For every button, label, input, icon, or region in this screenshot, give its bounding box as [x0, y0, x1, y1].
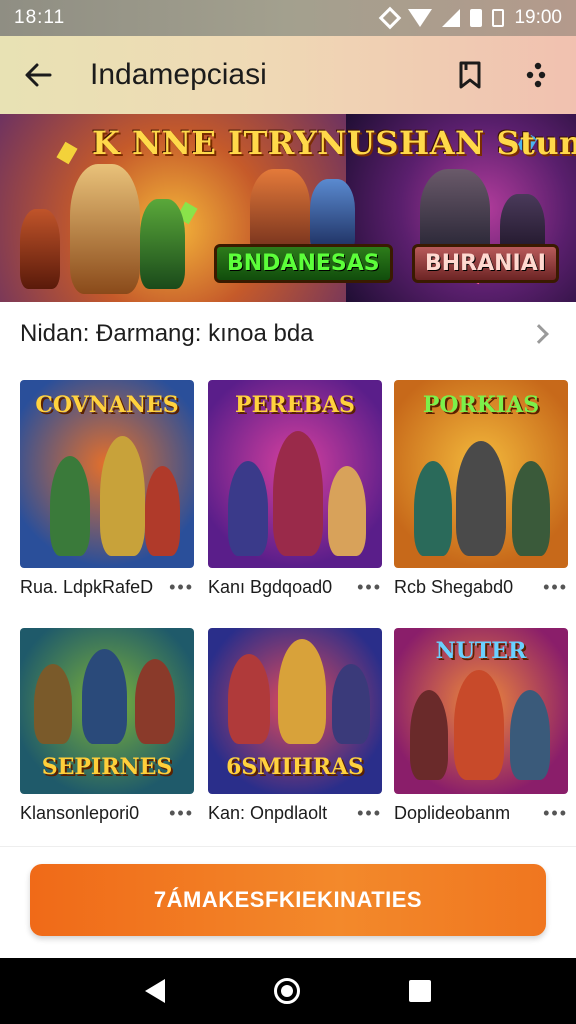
nav-home-icon[interactable]	[273, 978, 300, 1004]
card-meta: Rua. LdpkRafeD •••	[20, 572, 194, 602]
nfc-diamond-icon	[379, 6, 402, 30]
chevron-right-icon	[529, 324, 549, 344]
back-button[interactable]	[18, 55, 58, 95]
status-left-text: 18:11	[14, 7, 66, 28]
section-header[interactable]: Nidan: Ðarmang: kınoa bda	[0, 302, 576, 366]
game-card[interactable]: 6SMIHRAS Kan: Onpdlaolt •••	[208, 628, 382, 828]
status-time: 19:00	[514, 7, 562, 28]
card-label: Klansonlepori0	[20, 802, 140, 823]
app-bar-actions	[454, 55, 552, 95]
card-meta: Kanı Bgdqoad0 •••	[208, 572, 382, 602]
game-thumbnail: 6SMIHRAS	[208, 628, 382, 794]
thumb-figure	[328, 466, 366, 556]
thumb-title: NUTER	[435, 638, 527, 664]
more-horiz-icon[interactable]: •••	[353, 803, 382, 824]
nav-recents-icon[interactable]	[409, 980, 432, 1002]
thumb-figure	[50, 456, 90, 556]
nav-back-icon[interactable]	[144, 979, 165, 1003]
thumb-figure	[145, 466, 180, 556]
system-nav-bar	[0, 958, 576, 1024]
thumb-figure	[456, 441, 506, 556]
battery-icon	[470, 9, 483, 27]
thumb-figure	[410, 690, 448, 780]
card-label: Kanı Bgdqoad0	[208, 576, 333, 597]
hero-character	[310, 179, 355, 254]
card-meta: Kan: Onpdlaolt •••	[208, 798, 382, 828]
game-card[interactable]: PEREBAS Kanı Bgdqoad0 •••	[208, 380, 382, 602]
card-label: Kan: Onpdlaolt	[208, 802, 328, 823]
bookmark-button[interactable]	[454, 55, 486, 95]
thumb-figure	[454, 670, 504, 780]
game-thumbnail: SEPIRNES	[20, 628, 194, 794]
page-title: Indamepciasi	[90, 58, 267, 91]
game-thumbnail: NUTER	[394, 628, 568, 794]
thumb-title: SEPIRNES	[41, 754, 173, 780]
more-horiz-icon[interactable]: •••	[539, 803, 568, 824]
hero-badge-right: BHRANIAI	[412, 244, 559, 283]
game-card[interactable]: PORKIAS Rcb Shegabd0 •••	[394, 380, 568, 602]
wifi-icon	[408, 9, 433, 27]
game-card[interactable]: COVNANES Rua. LdpkRafeD •••	[20, 380, 194, 602]
thumb-figure	[82, 649, 127, 744]
bookmark-icon	[459, 61, 481, 89]
signal-icon	[442, 9, 461, 27]
app-bar: Indamepciasi	[0, 36, 576, 114]
game-thumbnail: PORKIAS	[394, 380, 568, 568]
battery-outline-icon	[492, 9, 505, 27]
card-meta: Klansonlepori0 •••	[20, 798, 194, 828]
hero-character	[20, 209, 60, 289]
thumb-figure	[512, 461, 550, 556]
hero-character	[140, 199, 185, 289]
more-options-button[interactable]	[520, 55, 552, 95]
hero-title: K NNE ITRYNUSHAN Stumuianor..	[92, 124, 576, 162]
game-thumbnail: PEREBAS	[208, 380, 382, 568]
hero-banner[interactable]: K NNE ITRYNUSHAN Stumuianor.. BNDANESAS …	[0, 114, 576, 302]
more-vert-icon	[526, 62, 546, 88]
install-button[interactable]: 7ÁMAKESFKIEKINATIES	[30, 864, 546, 936]
thumb-figure	[135, 659, 175, 744]
card-meta: Doplideobanm •••	[394, 798, 568, 828]
more-horiz-icon[interactable]: •••	[165, 803, 194, 824]
card-meta: Rcb Shegabd0 •••	[394, 572, 568, 602]
thumb-figure	[100, 436, 145, 556]
game-card[interactable]: SEPIRNES Klansonlepori0 •••	[20, 628, 194, 828]
game-thumbnail: COVNANES	[20, 380, 194, 568]
thumb-figure	[414, 461, 452, 556]
thumb-figure	[228, 654, 270, 744]
section-title: Nidan: Ðarmang: kınoa bda	[20, 320, 314, 347]
hero-badge-left: BNDANESAS	[214, 244, 393, 283]
more-horiz-icon[interactable]: •••	[353, 577, 382, 598]
status-icons: 19:00	[379, 6, 562, 30]
thumb-figure	[278, 639, 326, 744]
more-horiz-icon[interactable]: •••	[165, 577, 194, 598]
status-bar: 18:11 19:00	[0, 0, 576, 36]
thumb-title: COVNANES	[35, 392, 179, 418]
thumb-title: PORKIAS	[422, 392, 540, 418]
thumb-title: PEREBAS	[235, 392, 355, 418]
hero-character	[70, 164, 140, 294]
thumb-title: 6SMIHRAS	[226, 754, 364, 780]
thumb-figure	[273, 431, 323, 556]
thumb-figure	[228, 461, 268, 556]
arrow-left-icon	[25, 63, 52, 87]
thumb-figure	[332, 664, 370, 744]
card-label: Doplideobanm	[394, 802, 511, 823]
crystal-shard	[56, 141, 78, 165]
card-label: Rcb Shegabd0	[394, 576, 514, 597]
more-horiz-icon[interactable]: •••	[539, 577, 568, 598]
game-card[interactable]: NUTER Doplideobanm •••	[394, 628, 568, 828]
card-label: Rua. LdpkRafeD	[20, 576, 154, 597]
thumb-figure	[34, 664, 72, 744]
thumb-figure	[510, 690, 550, 780]
